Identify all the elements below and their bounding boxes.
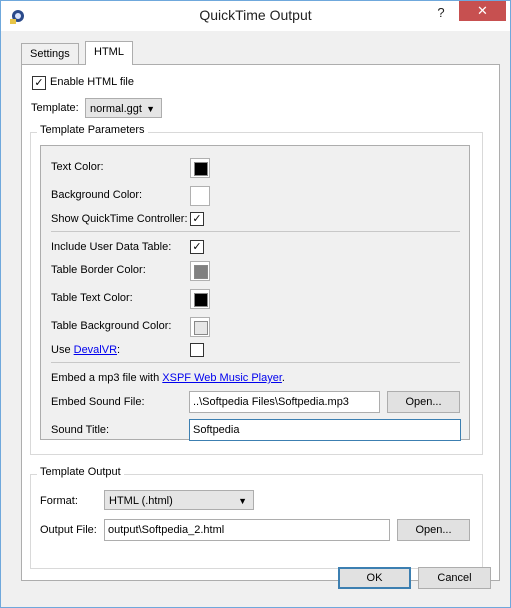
show-controller-label: Show QuickTime Controller: <box>51 213 188 225</box>
template-combo[interactable]: normal.ggt ▼ <box>85 98 162 118</box>
separator <box>51 231 460 232</box>
use-devalvr-checkbox[interactable] <box>190 343 204 357</box>
embed-sound-open-button[interactable]: Open... <box>387 391 460 413</box>
text-color-label: Text Color: <box>51 161 104 173</box>
format-label: Format: <box>40 495 78 507</box>
quicktime-output-dialog: QuickTime Output ? ✕ Settings HTML ✓ Ena… <box>0 0 511 608</box>
embed-mp3-label: Embed a mp3 file with XSPF Web Music Pla… <box>51 372 285 384</box>
table-text-color-fill <box>194 293 208 307</box>
html-tab-panel: ✓ Enable HTML file Template: normal.ggt … <box>21 64 500 581</box>
embed-mp3-prefix: Embed a mp3 file with <box>51 372 163 384</box>
embed-mp3-suffix: . <box>281 372 285 384</box>
template-output-title: Template Output <box>37 466 124 478</box>
tab-html[interactable]: HTML <box>85 41 133 65</box>
table-border-color-fill <box>194 265 208 279</box>
format-combo[interactable]: HTML (.html) ▼ <box>104 490 254 510</box>
table-background-color-fill <box>194 321 208 335</box>
use-devalvr-prefix: Use <box>51 344 74 356</box>
table-text-color-label: Table Text Color: <box>51 292 133 304</box>
format-value: HTML (.html) <box>109 495 173 507</box>
output-file-open-button[interactable]: Open... <box>397 519 470 541</box>
xspf-player-link[interactable]: XSPF Web Music Player <box>162 372 282 384</box>
background-color-swatch[interactable] <box>190 186 210 206</box>
embed-sound-file-label: Embed Sound File: <box>51 396 145 408</box>
title-bar: QuickTime Output ? ✕ <box>1 1 510 31</box>
enable-html-checkbox[interactable]: ✓ <box>32 76 46 90</box>
text-color-swatch[interactable] <box>190 158 210 178</box>
sound-title-input[interactable]: Softpedia <box>189 419 461 441</box>
template-label: Template: <box>31 102 79 114</box>
sound-title-label: Sound Title: <box>51 424 110 436</box>
show-controller-checkbox[interactable]: ✓ <box>190 212 204 226</box>
text-color-fill <box>194 162 208 176</box>
dialog-client-area: Settings HTML ✓ Enable HTML file Templat… <box>9 31 502 599</box>
table-border-color-swatch[interactable] <box>190 261 210 281</box>
table-border-color-label: Table Border Color: <box>51 264 146 276</box>
table-background-color-label: Table Background Color: <box>51 320 172 332</box>
background-color-label: Background Color: <box>51 189 143 201</box>
output-file-input[interactable]: output\Softpedia_2.html <box>104 519 390 541</box>
table-background-color-swatch[interactable] <box>190 317 210 337</box>
help-button[interactable]: ? <box>431 5 451 23</box>
use-devalvr-label: Use DevalVR: <box>51 344 120 356</box>
devalvr-link[interactable]: DevalVR <box>74 344 117 356</box>
include-user-data-checkbox[interactable]: ✓ <box>190 240 204 254</box>
table-text-color-swatch[interactable] <box>190 289 210 309</box>
use-devalvr-suffix: : <box>117 344 121 356</box>
template-value: normal.ggt <box>90 103 142 115</box>
template-parameters-title: Template Parameters <box>37 124 148 136</box>
separator <box>51 362 460 363</box>
close-button[interactable]: ✕ <box>459 1 506 21</box>
enable-html-label: Enable HTML file <box>50 76 134 88</box>
output-file-label: Output File: <box>40 524 97 536</box>
cancel-button[interactable]: Cancel <box>418 567 491 589</box>
chevron-down-icon: ▼ <box>238 496 247 506</box>
ok-button[interactable]: OK <box>338 567 411 589</box>
embed-sound-file-input[interactable]: ..\Softpedia Files\Softpedia.mp3 <box>189 391 380 413</box>
include-user-data-label: Include User Data Table: <box>51 241 172 253</box>
tab-settings[interactable]: Settings <box>21 43 79 64</box>
chevron-down-icon: ▼ <box>146 104 155 114</box>
